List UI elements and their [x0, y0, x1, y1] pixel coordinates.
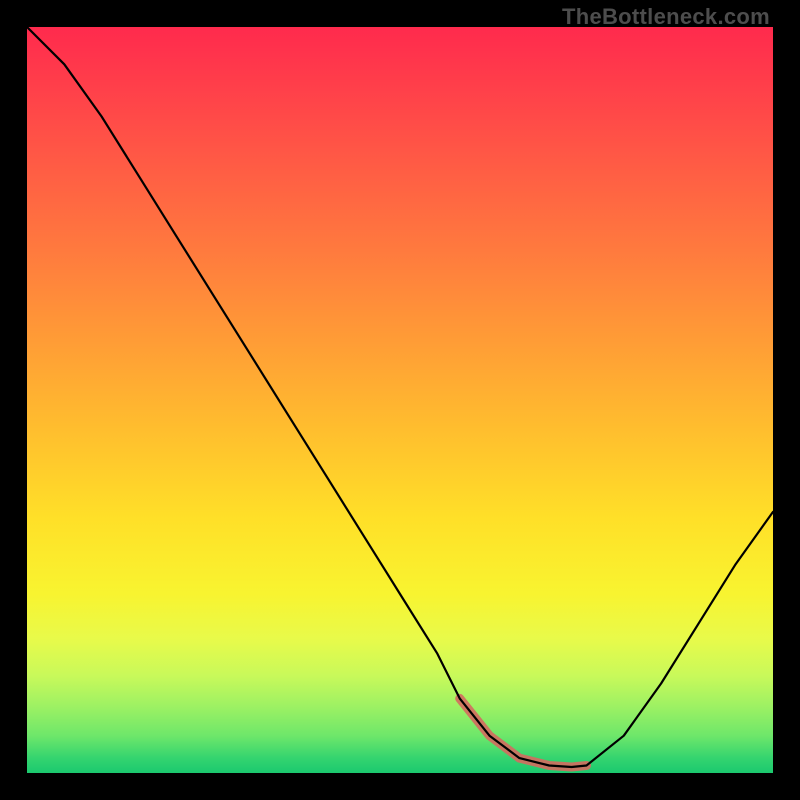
watermark-text: TheBottleneck.com [562, 4, 770, 30]
chart-svg [27, 27, 773, 773]
chart-frame [27, 27, 773, 773]
bottleneck-curve [27, 27, 773, 767]
bottleneck-highlight-segment [460, 698, 587, 767]
